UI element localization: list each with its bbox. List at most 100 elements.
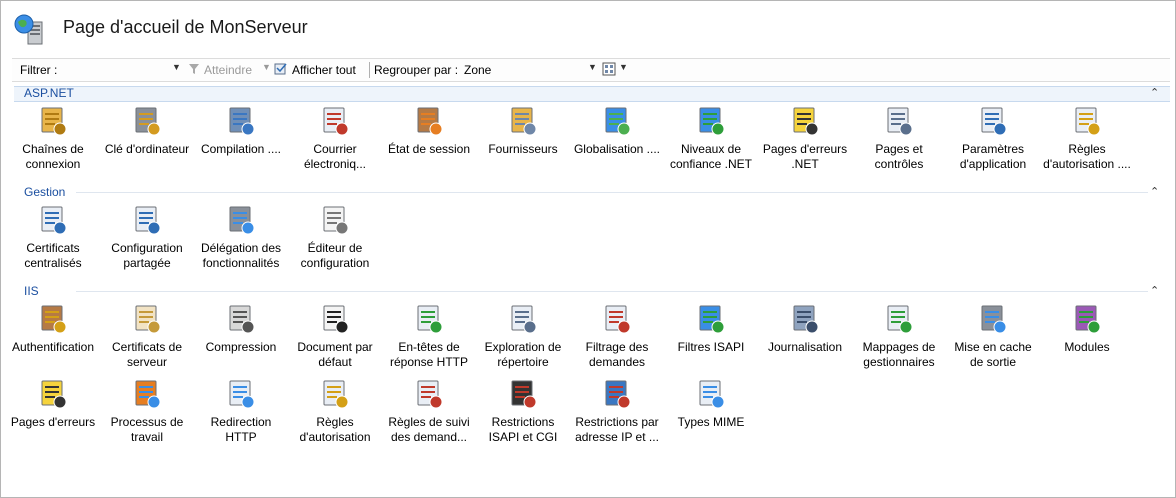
feature-item-label: Pages et contrôles [874,142,924,171]
feature-item-label: Certificats de serveur [111,340,183,369]
group-by-dropdown-icon[interactable]: ▼ [588,62,597,72]
delegation-icon [229,206,255,235]
filter-input[interactable] [62,61,186,79]
log-book-icon [793,305,819,334]
feature-item[interactable]: Processus de travail [100,377,194,445]
feature-item-label: Authentification [11,340,95,354]
feature-item[interactable]: Modules [1040,302,1134,355]
funnel-icon [189,64,199,74]
feature-item-label: En-têtes de réponse HTTP [389,340,469,369]
feature-item-label: Restrictions ISAPI et CGI [488,415,558,444]
go-button[interactable]: Atteindre [204,63,252,77]
feature-item-label: Filtres ISAPI [677,340,745,354]
feature-item[interactable]: Filtrage des demandes [570,302,664,370]
feature-item[interactable]: Document par défaut [288,302,382,370]
isapi-filter-icon [699,305,725,334]
feature-item-label: Règles de suivi des demand... [388,415,470,444]
feature-item[interactable]: Chaînes de connexion [6,104,100,172]
request-filter-icon [605,305,631,334]
feature-item[interactable]: Restrictions par adresse IP et ... [570,377,664,445]
feature-item-label: Fournisseurs [488,142,558,156]
failed-request-icon [417,380,443,409]
go-dropdown-icon[interactable]: ▼ [262,62,271,72]
feature-item[interactable]: Pages et contrôles [852,104,946,172]
filter-toolbar: Filtrer : ▼ Atteindre ▼ Afficher tout Re… [12,58,1170,82]
feature-item[interactable]: Certificats centralisés [6,203,100,271]
feature-item-label: Exploration de répertoire [484,340,562,369]
feature-item[interactable]: Clé d'ordinateur [100,104,194,157]
feature-item-label: Paramètres d'application [959,142,1027,171]
collapse-gestion-icon[interactable]: ⌃ [1150,185,1159,198]
feature-item[interactable]: Compilation .... [194,104,288,157]
group-header-gestion[interactable]: Gestion [24,185,65,199]
feature-item[interactable]: Types MIME [664,377,758,430]
feature-item-label: Processus de travail [110,415,184,444]
feature-item[interactable]: Éditeur de configuration [288,203,382,271]
show-all-icon [274,63,287,75]
feature-item[interactable]: Fournisseurs [476,104,570,157]
feature-item-label: Chaînes de connexion [22,142,84,171]
collapse-iis-icon[interactable]: ⌃ [1150,284,1159,297]
feature-item-label: Redirection HTTP [210,415,272,444]
mail-icon [323,107,349,136]
list-lock-icon [323,380,349,409]
feature-item[interactable]: Mise en cache de sortie [946,302,1040,370]
feature-item[interactable]: Certificats de serveur [100,302,194,370]
feature-item[interactable]: Exploration de répertoire [476,302,570,370]
feature-item[interactable]: Pages d'erreurs [6,377,100,430]
directory-browse-icon [511,305,537,334]
key-server-icon [135,107,161,136]
group-header-iis[interactable]: IIS [24,284,39,298]
handler-mapping-icon [887,305,913,334]
group-header-aspnet-bar[interactable] [14,86,1170,102]
collapse-aspnet-icon[interactable]: ⌃ [1150,86,1159,99]
feature-item[interactable]: Redirection HTTP [194,377,288,445]
feature-item[interactable]: Globalisation .... [570,104,664,157]
feature-item[interactable]: En-têtes de réponse HTTP [382,302,476,370]
providers-icon [511,107,537,136]
compression-icon [229,305,255,334]
feature-item[interactable]: Règles d'autorisation .... [1040,104,1134,172]
list-lock-icon [1075,107,1101,136]
certificate-list-icon [41,206,67,235]
feature-item[interactable]: Niveaux de confiance .NET [664,104,758,172]
feature-item-label: Clé d'ordinateur [104,142,190,156]
document-icon [323,206,349,235]
feature-item[interactable]: Règles d'autorisation [288,377,382,445]
filter-label: Filtrer : [20,63,58,77]
feature-item-label: Certificats centralisés [24,241,82,270]
feature-item-label: Modules [1064,340,1110,354]
feature-item[interactable]: Pages d'erreurs .NET [758,104,852,172]
mime-types-icon [699,380,725,409]
feature-item-label: État de session [387,142,471,156]
feature-item-label: Règles d'autorisation [299,415,371,444]
view-mode-dropdown-icon[interactable]: ▼ [619,62,628,72]
default-document-icon [323,305,349,334]
feature-item[interactable]: Délégation des fonctionnalités [194,203,288,271]
filter-dropdown-icon[interactable]: ▼ [172,62,181,72]
feature-item[interactable]: Journalisation [758,302,852,355]
view-mode-icon[interactable] [602,62,616,76]
database-icon [41,107,67,136]
feature-item-label: Configuration partagée [111,241,183,270]
group-header-aspnet[interactable]: ASP.NET [24,86,74,100]
redirect-icon [229,380,255,409]
show-all-button[interactable]: Afficher tout [292,63,356,77]
group-by-select[interactable]: Zone [464,63,491,77]
feature-item[interactable]: Restrictions ISAPI et CGI [476,377,570,445]
feature-item[interactable]: Configuration partagée [100,203,194,271]
feature-item[interactable]: Authentification [6,302,100,355]
feature-item[interactable]: État de session [382,104,476,157]
feature-item[interactable]: Règles de suivi des demand... [382,377,476,445]
feature-item-label: Mappages de gestionnaires [862,340,936,369]
globe-check-icon [699,107,725,136]
feature-item[interactable]: Filtres ISAPI [664,302,758,355]
page-controls-icon [887,107,913,136]
feature-item[interactable]: Compression [194,302,288,355]
feature-item[interactable]: Mappages de gestionnaires [852,302,946,370]
feature-item[interactable]: Paramètres d'application [946,104,1040,172]
toolbar-separator [369,62,370,78]
user-state-icon [417,107,443,136]
feature-item[interactable]: Courrier électroniq... [288,104,382,172]
output-cache-icon [981,305,1007,334]
